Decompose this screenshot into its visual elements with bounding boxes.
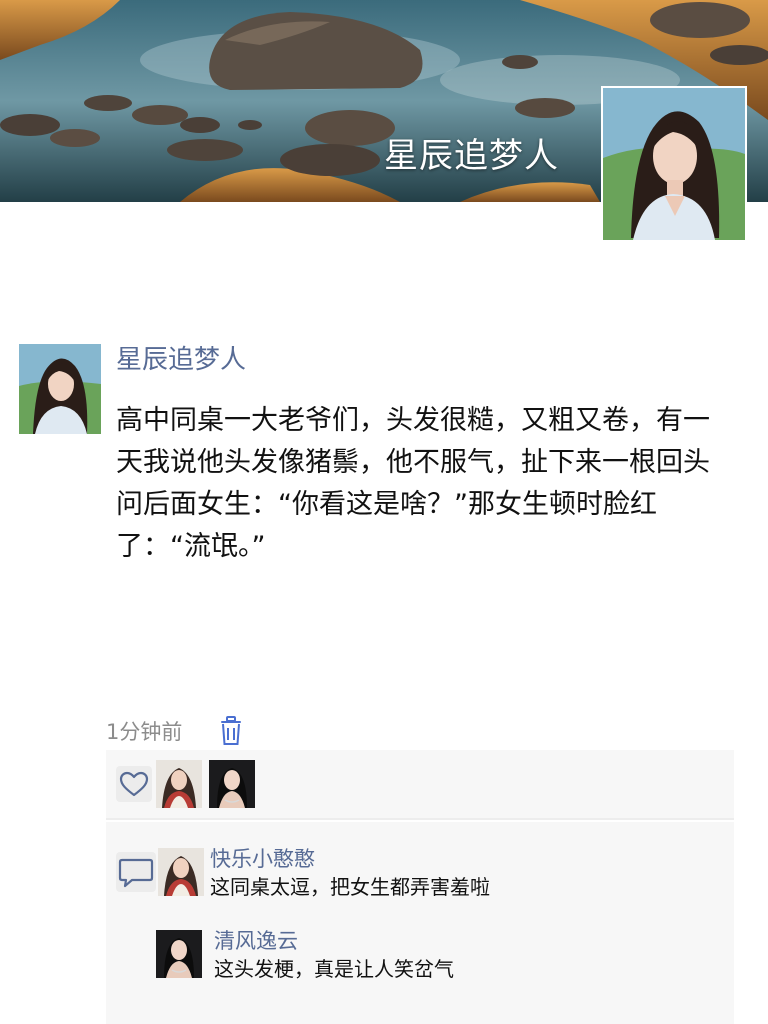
comment-item[interactable]: 清风逸云 这头发梗，真是让人笑岔气 (156, 929, 716, 984)
trash-icon[interactable] (219, 716, 243, 746)
profile-avatar[interactable] (601, 86, 747, 242)
comment-bubble-icon[interactable] (116, 852, 156, 892)
post-author-name[interactable]: 星辰追梦人 (116, 340, 246, 380)
post-timestamp: 1分钟前 (106, 720, 183, 744)
likes-panel (106, 750, 734, 818)
post-author-avatar[interactable] (19, 344, 101, 434)
liker-avatar-1[interactable] (156, 760, 202, 808)
comment-text: 这头发梗，真是让人笑岔气 (214, 957, 454, 981)
likes-comments-divider (106, 818, 734, 820)
commenter-name[interactable]: 快乐小憨憨 (210, 844, 315, 874)
heart-outline-icon[interactable] (116, 766, 152, 802)
woman-portrait-image (603, 88, 745, 240)
comment-item[interactable]: 快乐小憨憨 这同桌太逗，把女生都弄害羞啦 (158, 847, 718, 902)
liker-avatar-2[interactable] (209, 760, 255, 808)
profile-name: 星辰追梦人 (384, 136, 559, 176)
woman-portrait-image (19, 344, 101, 434)
comments-panel: 快乐小憨憨 这同桌太逗，把女生都弄害羞啦 清风逸云 这头发梗，真是让人笑岔气 (106, 822, 734, 1024)
commenter-name[interactable]: 清风逸云 (214, 926, 298, 956)
commenter-avatar[interactable] (158, 848, 204, 896)
commenter-avatar[interactable] (156, 930, 202, 978)
comment-text: 这同桌太逗，把女生都弄害羞啦 (210, 875, 490, 899)
post-text: 高中同桌一大老爷们，头发很糙，又粗又卷，有一天我说他头发像猪鬃，他不服气，扯下来… (116, 405, 710, 562)
